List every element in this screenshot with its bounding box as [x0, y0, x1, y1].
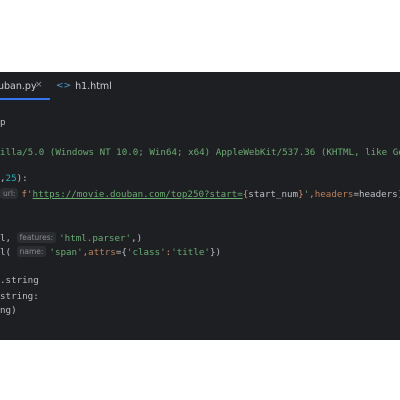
code-editor[interactable]: uban.py × <> h1.html p illa/5.0 (Windows… [0, 72, 400, 340]
param-hint: features: [16, 232, 57, 243]
tab-h1-html[interactable]: <> h1.html [56, 72, 112, 100]
code-line: url: f'https://movie.douban.com/top250?st… [0, 188, 400, 202]
tab-label: h1.html [75, 80, 112, 92]
close-icon[interactable]: × [35, 80, 43, 90]
tab-label: uban.py [0, 81, 37, 92]
code-line: .string [0, 275, 39, 286]
param-hint: url: [0, 188, 19, 199]
code-line: l( name:'span',attrs={'class':'title'}) [0, 246, 222, 258]
code-area[interactable]: p illa/5.0 (Windows NT 10.0; Win64; x64)… [0, 100, 400, 340]
url-link[interactable]: https://movie.douban.com/top250?start= [33, 189, 243, 200]
code-line: illa/5.0 (Windows NT 10.0; Win64; x64) A… [0, 147, 400, 158]
param-hint: name: [16, 246, 47, 257]
tab-douban-py[interactable]: uban.py × [0, 72, 50, 100]
html-file-icon: <> [56, 81, 72, 91]
code-line: ng) [0, 305, 17, 316]
code-line: string: [0, 291, 39, 302]
code-line: p [0, 117, 6, 128]
code-line: l, features:'html.parser',) [0, 232, 143, 244]
code-line: ,25): [0, 173, 28, 184]
editor-tab-bar: uban.py × <> h1.html [0, 72, 400, 101]
